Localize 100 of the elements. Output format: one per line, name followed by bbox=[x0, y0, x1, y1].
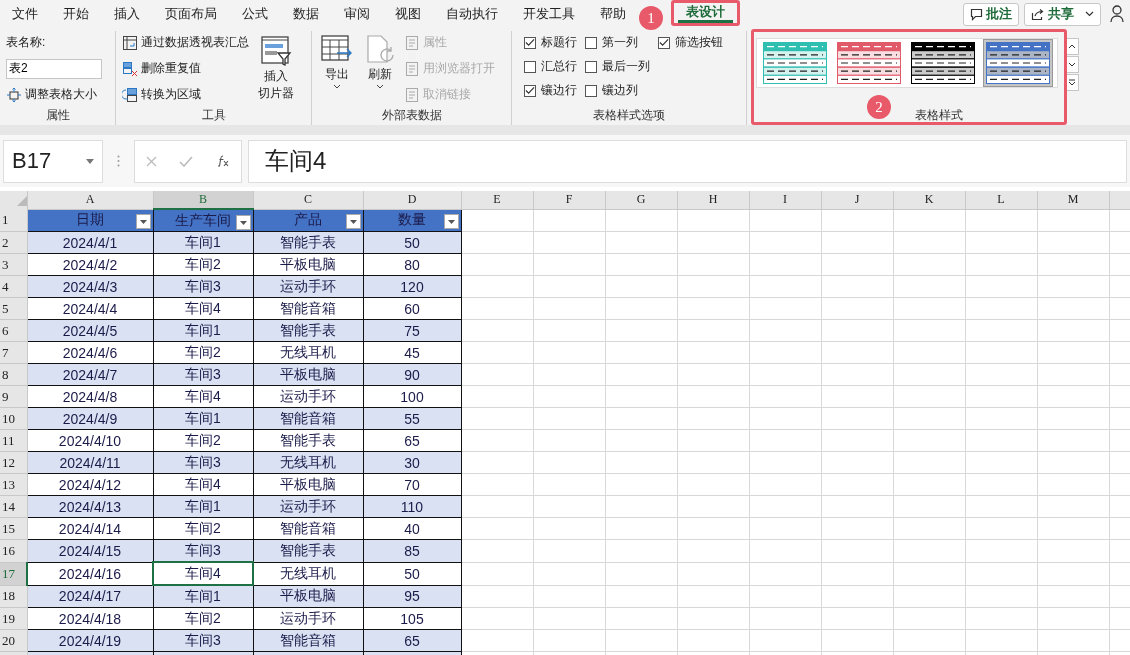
column-header[interactable]: C bbox=[253, 191, 363, 209]
row-number[interactable]: 6 bbox=[0, 319, 27, 342]
ribbon-tab[interactable]: 帮助 bbox=[590, 1, 636, 27]
resize-table-button[interactable]: 调整表格大小 bbox=[6, 86, 109, 103]
tool-button[interactable]: 转换为区域 bbox=[122, 86, 249, 103]
column-header[interactable]: A bbox=[27, 191, 153, 209]
remove-duplicates-icon bbox=[122, 60, 138, 77]
table-name-label: 表名称: bbox=[6, 34, 47, 51]
ribbon-tab[interactable]: 表设计 bbox=[678, 3, 733, 23]
row-number[interactable]: 18 bbox=[0, 585, 27, 608]
table-cell[interactable]: 2024/4/15 bbox=[27, 539, 153, 562]
row-number[interactable]: 14 bbox=[0, 495, 27, 518]
drag-handle-icon[interactable] bbox=[117, 155, 120, 167]
row-number[interactable]: 19 bbox=[0, 607, 27, 630]
comment-button[interactable]: 批注 bbox=[963, 2, 1019, 26]
table-cell[interactable]: 无线耳机 bbox=[253, 562, 363, 585]
formula-field[interactable]: 车间4 bbox=[248, 139, 1127, 183]
insert-slicer-button[interactable]: 插入 切片器 bbox=[255, 31, 297, 107]
ribbon-tab[interactable]: 公式 bbox=[232, 1, 278, 27]
column-header[interactable]: B bbox=[153, 191, 253, 209]
tool-button[interactable]: 通过数据透视表汇总 bbox=[122, 34, 249, 51]
style-option-checkbox[interactable]: 筛选按钮 bbox=[658, 34, 723, 51]
ribbon-tab[interactable]: 开发工具 bbox=[513, 1, 585, 27]
document-icon bbox=[404, 34, 420, 51]
ribbon-tab[interactable]: 自动执行 bbox=[436, 1, 508, 27]
column-header[interactable]: L bbox=[965, 191, 1037, 209]
caret-up-icon bbox=[1067, 44, 1076, 49]
filter-dropdown-icon[interactable] bbox=[443, 214, 459, 230]
table-style-thumbnail[interactable] bbox=[909, 40, 977, 86]
column-header[interactable]: G bbox=[605, 191, 677, 209]
refresh-document-icon bbox=[365, 35, 395, 65]
ribbon-tab[interactable]: 审阅 bbox=[334, 1, 380, 27]
column-header[interactable]: J bbox=[821, 191, 893, 209]
group-label: 表格样式选项 bbox=[592, 107, 666, 124]
row-number[interactable]: 8 bbox=[0, 363, 27, 386]
filter-dropdown-icon[interactable] bbox=[135, 214, 151, 230]
slicer-icon bbox=[260, 35, 292, 67]
export-button[interactable]: 导出 bbox=[318, 31, 356, 107]
name-box[interactable]: B17 bbox=[3, 139, 103, 183]
checkmark-icon bbox=[525, 38, 535, 47]
table-style-thumbnail[interactable] bbox=[835, 40, 903, 86]
row-number[interactable]: 4 bbox=[0, 275, 27, 298]
table-style-thumbnail[interactable] bbox=[761, 40, 829, 86]
ribbon-tab[interactable]: 插入 bbox=[104, 1, 150, 27]
filter-dropdown-icon[interactable] bbox=[345, 214, 361, 230]
column-header[interactable]: H bbox=[677, 191, 749, 209]
style-option-checkbox[interactable]: 汇总行 bbox=[524, 58, 577, 75]
caret-down-icon bbox=[1067, 62, 1076, 67]
ribbon-tab[interactable]: 页面布局 bbox=[155, 1, 227, 27]
row-number[interactable]: 17 bbox=[0, 562, 27, 585]
row-number[interactable]: 10 bbox=[0, 407, 27, 430]
style-option-checkbox[interactable]: 镶边列 bbox=[585, 82, 650, 99]
share-button[interactable]: 共享 bbox=[1024, 2, 1101, 26]
row-number[interactable]: 3 bbox=[0, 253, 27, 276]
column-header[interactable]: E bbox=[461, 191, 533, 209]
row-number[interactable]: 5 bbox=[0, 297, 27, 320]
table-name-field[interactable]: 表2 bbox=[6, 58, 102, 79]
column-header[interactable]: I bbox=[749, 191, 821, 209]
tool-button[interactable]: 删除重复值 bbox=[122, 60, 249, 77]
table-cell[interactable]: 车间4 bbox=[153, 562, 253, 585]
table-cell[interactable]: 2024/4/17 bbox=[27, 585, 153, 608]
row-number[interactable]: 2 bbox=[0, 231, 27, 254]
callout-badge: 2 bbox=[867, 95, 891, 119]
ribbon-tab[interactable]: 文件 bbox=[2, 1, 48, 27]
pivot-table-icon bbox=[122, 34, 138, 51]
share-icon bbox=[1031, 7, 1045, 21]
row-number[interactable]: 15 bbox=[0, 517, 27, 540]
ribbon-tab[interactable]: 开始 bbox=[53, 1, 99, 27]
row-number[interactable]: 20 bbox=[0, 629, 27, 652]
ribbon-tab[interactable]: 数据 bbox=[283, 1, 329, 27]
table-cell[interactable]: 2024/4/16 bbox=[27, 562, 153, 585]
callout-badge: 1 bbox=[639, 6, 663, 30]
column-header[interactable]: M bbox=[1037, 191, 1109, 209]
style-option-checkbox[interactable]: 标题行 bbox=[524, 34, 577, 51]
dropdown-icon bbox=[86, 158, 94, 164]
row-number[interactable]: 12 bbox=[0, 451, 27, 474]
refresh-button[interactable]: 刷新 bbox=[362, 31, 398, 107]
group-label: 属性 bbox=[44, 107, 71, 124]
group-label: 外部表数据 bbox=[380, 107, 443, 124]
speech-bubble-icon bbox=[970, 7, 983, 21]
person-icon[interactable] bbox=[1110, 5, 1126, 23]
row-number[interactable]: 9 bbox=[0, 385, 27, 408]
style-option-checkbox[interactable]: 镶边行 bbox=[524, 82, 577, 99]
function-icon[interactable] bbox=[215, 155, 230, 167]
row-number[interactable]: 11 bbox=[0, 429, 27, 452]
column-header[interactable]: F bbox=[533, 191, 605, 209]
style-option-checkbox[interactable]: 最后一列 bbox=[585, 58, 650, 75]
row-number[interactable]: 16 bbox=[0, 539, 27, 562]
style-option-checkbox[interactable]: 第一列 bbox=[585, 34, 650, 51]
row-number[interactable]: 13 bbox=[0, 473, 27, 496]
column-header[interactable]: D bbox=[363, 191, 461, 209]
table-style-thumbnail[interactable] bbox=[983, 39, 1053, 87]
document-icon bbox=[404, 60, 420, 77]
row-number[interactable]: 1 bbox=[2, 212, 9, 227]
column-header[interactable]: K bbox=[893, 191, 965, 209]
group-label: 工具 bbox=[200, 107, 227, 124]
caret-icon bbox=[376, 84, 384, 89]
ribbon-tab[interactable]: 视图 bbox=[385, 1, 431, 27]
filter-dropdown-icon[interactable] bbox=[235, 214, 251, 230]
row-number[interactable]: 7 bbox=[0, 341, 27, 364]
